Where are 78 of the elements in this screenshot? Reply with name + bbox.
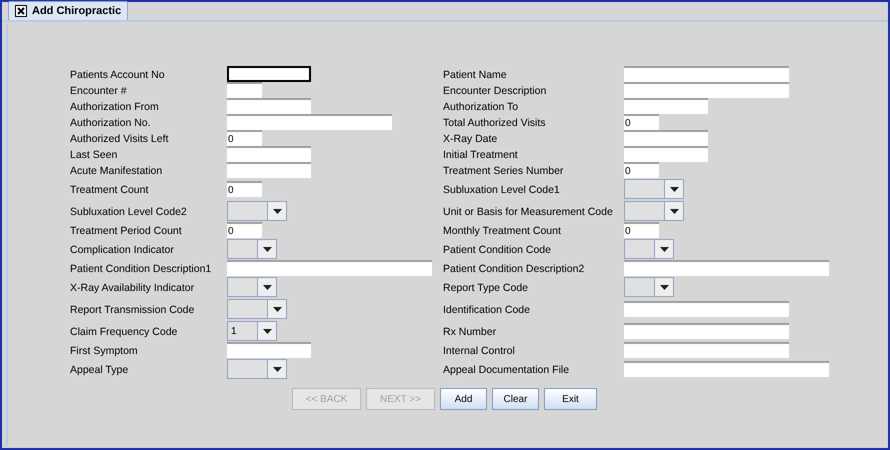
field-label: Acute Manifestation: [70, 165, 162, 177]
dropdown[interactable]: [227, 239, 277, 259]
field-label: X-Ray Date: [443, 133, 498, 145]
caret-icon: [272, 366, 282, 372]
action-button[interactable]: Clear: [492, 388, 539, 410]
field-label: Treatment Series Number: [443, 165, 564, 177]
text-field[interactable]: [227, 260, 432, 276]
text-field[interactable]: [227, 98, 311, 114]
text-field[interactable]: 0: [227, 222, 262, 238]
dropdown[interactable]: 1: [227, 321, 277, 341]
field-label: Appeal Type: [70, 364, 128, 376]
field-label: Authorization From: [70, 101, 159, 113]
text-field[interactable]: [624, 301, 789, 317]
field-label: Internal Control: [443, 345, 515, 357]
text-field[interactable]: [624, 82, 789, 98]
dropdown[interactable]: [624, 239, 674, 259]
caret-icon: [262, 246, 272, 252]
field-label: Monthly Treatment Count: [443, 225, 561, 237]
text-field[interactable]: [624, 260, 829, 276]
text-field[interactable]: [624, 130, 708, 146]
field-label: Subluxation Level Code2: [70, 206, 187, 218]
field-label: Last Seen: [70, 149, 118, 161]
field-label: Identification Code: [443, 304, 530, 316]
caret-icon: [272, 306, 282, 312]
text-field[interactable]: [227, 114, 392, 130]
caret-icon: [272, 208, 282, 214]
field-label: Patients Account No: [70, 69, 165, 81]
field-label: Treatment Count: [70, 184, 148, 196]
field-label: Encounter Description: [443, 85, 546, 97]
dropdown[interactable]: [624, 277, 674, 297]
text-field[interactable]: [624, 146, 708, 162]
text-field[interactable]: 0: [227, 130, 262, 146]
field-label: Initial Treatment: [443, 149, 518, 161]
field-label: Claim Frequency Code: [70, 326, 178, 338]
text-field[interactable]: [227, 162, 311, 178]
action-button[interactable]: Exit: [544, 388, 597, 410]
caret-icon: [670, 186, 678, 192]
tab[interactable]: Add Chiropractic: [8, 1, 128, 20]
field-label: Complication Indicator: [70, 244, 174, 256]
field-label: First Symptom: [70, 345, 138, 357]
field-label: Treatment Period Count: [70, 225, 182, 237]
field-label: Authorization No.: [70, 117, 151, 129]
caret-icon: [670, 208, 678, 214]
text-field[interactable]: 0: [624, 114, 659, 130]
field-label: Patient Condition Code: [443, 244, 551, 256]
text-field[interactable]: [624, 98, 708, 114]
text-field[interactable]: [227, 342, 311, 358]
close-icon[interactable]: [15, 5, 27, 17]
text-field[interactable]: 0: [227, 181, 262, 197]
text-field[interactable]: 0: [624, 222, 659, 238]
caret-icon: [262, 284, 272, 290]
action-button[interactable]: Add: [440, 388, 487, 410]
caret-icon: [660, 284, 668, 290]
field-label: Rx Number: [443, 326, 496, 338]
caret-icon: [660, 246, 668, 252]
text-field[interactable]: [227, 82, 262, 98]
field-label: Appeal Documentation File: [443, 364, 570, 376]
field-label: Encounter #: [70, 85, 127, 97]
field-label: Report Transmission Code: [70, 304, 194, 316]
text-field[interactable]: [227, 66, 311, 82]
field-label: X-Ray Availability Indicator: [70, 282, 194, 294]
field-label: Report Type Code: [443, 282, 528, 294]
field-label: Patient Condition Description1: [70, 263, 212, 275]
text-field[interactable]: [227, 146, 311, 162]
text-field[interactable]: [624, 361, 829, 377]
text-field[interactable]: [624, 66, 789, 82]
field-label: Subluxation Level Code1: [443, 184, 560, 196]
text-field[interactable]: [624, 323, 789, 339]
text-field[interactable]: [624, 342, 789, 358]
text-field[interactable]: 0: [624, 162, 659, 178]
caret-icon: [262, 328, 272, 334]
dropdown[interactable]: [227, 277, 277, 297]
field-label: Patient Condition Description2: [443, 263, 584, 275]
field-label: Unit or Basis for Measurement Code: [443, 206, 613, 218]
field-label: Total Authorized Visits: [443, 117, 546, 129]
field-label: Authorized Visits Left: [70, 133, 168, 145]
field-label: Patient Name: [443, 69, 507, 81]
field-label: Authorization To: [443, 101, 518, 113]
